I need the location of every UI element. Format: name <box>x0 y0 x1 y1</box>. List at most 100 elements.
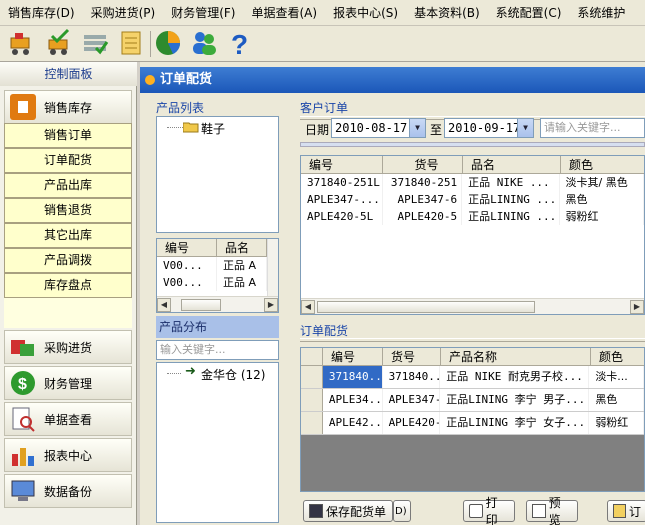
menu-purchase[interactable]: 采购进货(P) <box>83 4 164 21</box>
allocation-table-header: 编号 货号 产品名称 颜色 <box>301 348 644 366</box>
window-icon <box>145 75 155 85</box>
scroll-thumb[interactable] <box>181 298 221 311</box>
save-hotkey-button[interactable]: D) <box>393 500 411 522</box>
customer-orders-label: 客户订单 <box>300 101 349 115</box>
table-row[interactable]: 371840... 371840... 正品 NIKE 耐克男子校... 淡卡.… <box>301 366 644 389</box>
product-tree[interactable]: 鞋子 <box>156 116 279 233</box>
section-reports[interactable]: 报表中心 <box>4 438 132 472</box>
section-purchase[interactable]: 采购进货 <box>4 330 132 364</box>
sidebar-item-product-transfer[interactable]: 产品调拨 <box>4 248 132 273</box>
section-backup[interactable]: 数据备份 <box>4 474 132 508</box>
distribution-search-input[interactable]: 输入关键字... <box>156 340 279 360</box>
sidebar-item-order-allocation[interactable]: 订单配货 <box>4 148 132 173</box>
order-button[interactable]: 订 <box>607 500 645 522</box>
col-name[interactable]: 品名 <box>217 239 267 256</box>
table-row[interactable]: V00... 正品 A <box>157 257 278 274</box>
menu-sales-inventory[interactable]: 销售库存(D) <box>0 4 83 21</box>
to-label: 至 <box>430 123 443 137</box>
control-panel-title: 控制面板 <box>0 62 137 86</box>
date-to-picker[interactable]: 2010-09-17 ▼ <box>444 118 534 138</box>
section-finance[interactable]: $ 财务管理 <box>4 366 132 400</box>
svg-text:?: ? <box>231 29 248 58</box>
menu-system-config[interactable]: 系统配置(C) <box>488 4 570 21</box>
col-product-name[interactable]: 产品名称 <box>441 348 591 365</box>
purchase-icon <box>10 334 36 360</box>
col-name[interactable]: 品名 <box>463 156 561 173</box>
arrow-right-icon: ➜ <box>185 364 196 379</box>
sidebar-item-other-outbound[interactable]: 其它出库 <box>4 223 132 248</box>
horizontal-scrollbar[interactable]: ◀ ▶ <box>157 296 278 312</box>
col-item-no[interactable]: 货号 <box>383 156 463 173</box>
scroll-left-icon[interactable]: ◀ <box>157 297 171 312</box>
window-title: 订单配货 <box>160 72 213 87</box>
order-search-input[interactable]: 请输入关键字... <box>540 118 645 138</box>
chevron-down-icon[interactable]: ▼ <box>409 119 425 137</box>
date-label: 日期 <box>305 123 330 137</box>
menu-finance[interactable]: 财务管理(F) <box>163 4 243 21</box>
sidebar-item-stocktaking[interactable]: 库存盘点 <box>4 273 132 298</box>
table-row[interactable]: V00... 正品 A <box>157 274 278 291</box>
users-icon[interactable] <box>189 28 219 58</box>
order-allocation-window: 订单配货 产品列表 鞋子 编号 品名 V00... 正品 A V00... 正品… <box>140 62 645 525</box>
floppy-icon <box>309 504 323 518</box>
col-code[interactable]: 编号 <box>301 156 383 173</box>
table-row[interactable]: APLE34... APLE347-6 正品LINING 李宁 男子... 黑色 <box>301 389 644 412</box>
sales-inventory-icon <box>10 94 36 120</box>
col-item-no[interactable]: 货号 <box>383 348 441 365</box>
table-row[interactable]: APLE42... APLE420-5 正品LINING 李宁 女子... 弱粉… <box>301 412 644 435</box>
menu-basic-data[interactable]: 基本资料(B) <box>406 4 488 21</box>
svg-text:$: $ <box>18 376 27 393</box>
cart-icon[interactable] <box>6 28 36 58</box>
col-color[interactable]: 颜色 <box>591 348 644 365</box>
horizontal-scrollbar[interactable]: ◀ ▶ <box>301 298 644 314</box>
menu-documents[interactable]: 单据查看(A) <box>244 4 326 21</box>
tree-node-shoes[interactable]: 鞋子 <box>201 120 225 137</box>
menu-reports[interactable]: 报表中心(S) <box>325 4 406 21</box>
order-icon <box>613 504 626 518</box>
date-from-picker[interactable]: 2010-08-17 ▼ <box>331 118 426 138</box>
section-documents[interactable]: 单据查看 <box>4 402 132 436</box>
scroll-left-icon[interactable]: ◀ <box>301 299 315 314</box>
table-row[interactable]: 371840-251L 371840-251 正品 NIKE ... 淡卡其/ … <box>301 174 644 191</box>
backup-monitor-icon <box>10 478 36 504</box>
table-row[interactable]: APLE420-5L APLE420-5 正品LINING ... 弱粉红 <box>301 208 644 225</box>
orders-table-header: 编号 货号 品名 颜色 <box>301 156 644 174</box>
folder-icon <box>182 121 199 133</box>
print-button[interactable]: 打印 <box>463 496 515 525</box>
menu-system-maintenance[interactable]: 系统维护 <box>569 4 633 21</box>
pie-chart-icon[interactable] <box>153 28 183 58</box>
col-color[interactable]: 颜色 <box>561 156 644 173</box>
preview-icon <box>532 504 546 518</box>
cart-check-icon[interactable] <box>44 28 74 58</box>
preview-button[interactable]: 预览 <box>526 496 578 525</box>
scroll-right-icon[interactable]: ▶ <box>264 297 278 312</box>
chevron-down-icon[interactable]: ▼ <box>517 119 533 137</box>
dollar-icon: $ <box>10 370 36 396</box>
toolbar: ? <box>0 26 645 62</box>
distribution-tree: ➜ 金华仓 (12) <box>156 362 279 523</box>
sales-inventory-menu: 销售订单 订单配货 产品出库 销售退货 其它出库 产品调拨 库存盘点 <box>4 123 132 298</box>
control-panel: 控制面板 销售库存 销售订单 订单配货 产品出库 销售退货 其它出库 产品调拨 … <box>0 62 137 525</box>
table-row[interactable]: APLE347-... APLE347-6 正品LINING ... 黑色 <box>301 191 644 208</box>
col-code[interactable]: 编号 <box>323 348 383 365</box>
help-icon[interactable]: ? <box>225 28 255 60</box>
tree-node-warehouse[interactable]: 金华仓 (12) <box>201 366 265 383</box>
list-icon[interactable] <box>80 28 110 58</box>
section-label: 采购进货 <box>44 340 93 355</box>
section-sales-inventory[interactable]: 销售库存 <box>4 90 132 124</box>
product-list-label: 产品列表 <box>156 101 205 115</box>
scroll-right-icon[interactable]: ▶ <box>630 299 644 314</box>
sidebar-item-product-outbound[interactable]: 产品出库 <box>4 173 132 198</box>
section-label: 数据备份 <box>44 484 93 499</box>
product-distribution-label: 产品分布 <box>156 316 279 338</box>
scroll-thumb[interactable] <box>317 300 535 313</box>
col-code[interactable]: 编号 <box>157 239 217 256</box>
vertical-scrollbar[interactable] <box>267 239 278 296</box>
menu-bar: 销售库存(D) 采购进货(P) 财务管理(F) 单据查看(A) 报表中心(S) … <box>0 0 645 26</box>
sidebar-item-sales-return[interactable]: 销售退货 <box>4 198 132 223</box>
save-allocation-button[interactable]: 保存配货单 <box>303 500 393 522</box>
notebook-icon[interactable] <box>116 28 146 58</box>
section-label: 报表中心 <box>44 448 93 463</box>
report-chart-icon <box>10 442 36 468</box>
sidebar-item-sales-order[interactable]: 销售订单 <box>4 123 132 148</box>
